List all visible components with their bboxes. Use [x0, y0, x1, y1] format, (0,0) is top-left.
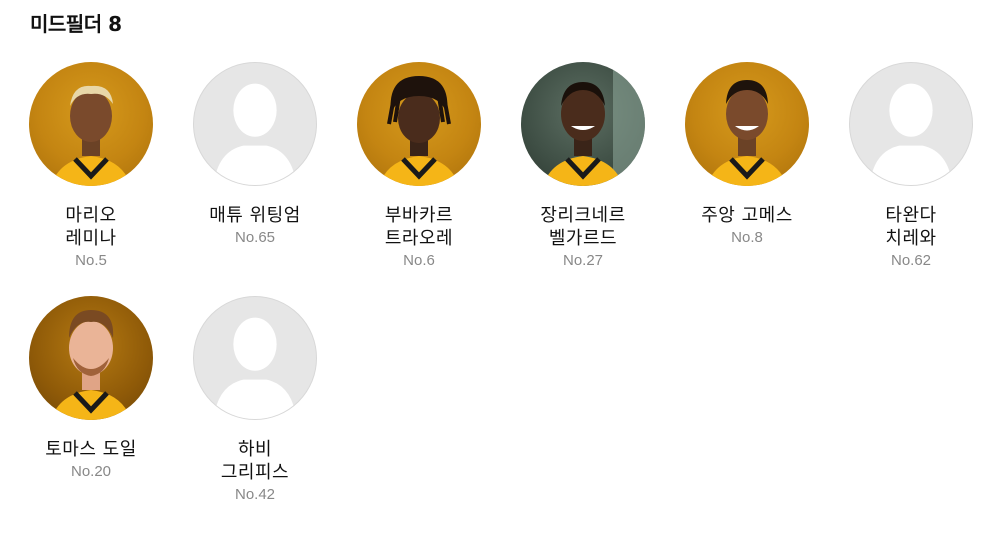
player-card[interactable]: 매튜 위팅엄 No.65: [173, 62, 337, 249]
person-silhouette-icon: [849, 62, 973, 186]
player-photo: [29, 296, 153, 420]
player-number: No.65: [234, 229, 276, 246]
person-silhouette-icon: [193, 296, 317, 420]
player-card[interactable]: 토마스 도일 No.20: [9, 296, 173, 483]
player-card[interactable]: 부바카르 트라오레 No.6: [337, 62, 501, 272]
player-card[interactable]: 주앙 고메스 No.8: [665, 62, 829, 249]
person-silhouette-icon: [193, 62, 317, 186]
player-photo: [521, 62, 645, 186]
player-name: 부바카르 트라오레: [384, 205, 454, 249]
player-number: No.5: [75, 252, 107, 269]
player-photo: [685, 62, 809, 186]
player-card[interactable]: 마리오 레미나 No.5: [9, 62, 173, 272]
player-name: 타완다 치레와: [885, 205, 937, 249]
player-number: No.8: [731, 229, 763, 246]
player-name: 하비 그리피스: [220, 439, 290, 483]
player-photo: [357, 62, 481, 186]
player-number: No.20: [70, 463, 112, 480]
player-card[interactable]: 타완다 치레와 No.62: [829, 62, 992, 272]
player-number: No.42: [234, 486, 276, 503]
player-card[interactable]: 장리크네르 벨가르드 No.27: [501, 62, 665, 272]
player-number: No.62: [890, 252, 932, 269]
player-card[interactable]: 하비 그리피스 No.42: [173, 296, 337, 506]
player-name: 주앙 고메스: [701, 205, 793, 226]
player-name: 토마스 도일: [45, 439, 137, 460]
player-number: No.6: [403, 252, 435, 269]
player-number: No.27: [562, 252, 604, 269]
player-name: 장리크네르 벨가르드: [540, 205, 626, 249]
player-name: 매튜 위팅엄: [209, 205, 301, 226]
player-name: 마리오 레미나: [65, 205, 117, 249]
player-grid: 마리오 레미나 No.5 매튜 위팅엄 No.65 부바카르 트라오레 No.6: [0, 0, 992, 536]
player-photo: [29, 62, 153, 186]
